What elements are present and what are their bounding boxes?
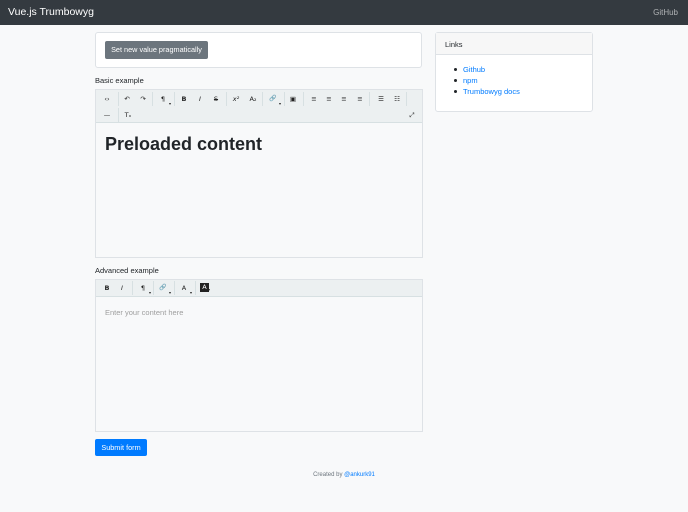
link-icon[interactable]: 🔗 (156, 281, 171, 295)
advanced-example-label: Advanced example (95, 266, 159, 275)
bold-icon[interactable]: B (100, 281, 114, 295)
image-icon[interactable]: ▣ (286, 92, 300, 106)
formatting-icon[interactable]: ¶ (136, 281, 151, 295)
advanced-editor: B I ¶ 🔗 A A Enter your content here (95, 279, 423, 432)
preloaded-heading: Preloaded content (105, 134, 263, 154)
basic-toolbar: ‹› ↶ ↷ ¶ B I S x² A₂ 🔗 ▣ ≡ ≡ ≡ ≡ ☰ ☷ ⤢ —… (96, 90, 422, 123)
fullscreen-icon[interactable]: ⤢ (405, 108, 419, 122)
font-color-icon[interactable]: A (177, 281, 192, 295)
link-trumbowyg-docs[interactable]: Trumbowyg docs (453, 87, 520, 98)
italic-icon[interactable]: I (193, 92, 207, 106)
subscript-icon[interactable]: A₂ (246, 92, 260, 106)
actions-card: Set new value pragmatically (95, 32, 422, 68)
links-card: Links Github npm Trumbowyg docs (435, 32, 593, 112)
advanced-toolbar: B I ¶ 🔗 A A (96, 280, 422, 297)
view-html-icon[interactable]: ‹› (100, 92, 114, 106)
undo-icon[interactable]: ↶ (120, 92, 134, 106)
justify-left-icon[interactable]: ≡ (307, 92, 321, 106)
brand-link[interactable]: Vue.js Trumbowyg (8, 6, 94, 18)
navbar: Vue.js Trumbowyg GitHub (0, 0, 688, 25)
justify-full-icon[interactable]: ≡ (353, 92, 367, 106)
links-list: Github npm Trumbowyg docs (453, 65, 520, 98)
links-card-header: Links (436, 33, 592, 55)
justify-right-icon[interactable]: ≡ (337, 92, 351, 106)
bold-icon[interactable]: B (177, 92, 191, 106)
strikethrough-icon[interactable]: S (209, 92, 223, 106)
footer: Created by @ankurk91 (0, 472, 688, 478)
remove-format-icon[interactable]: Tₓ (121, 108, 135, 122)
set-value-button[interactable]: Set new value pragmatically (105, 41, 208, 59)
advanced-editor-content[interactable]: Enter your content here (96, 297, 422, 431)
basic-example-label: Basic example (95, 76, 144, 85)
redo-icon[interactable]: ↷ (136, 92, 150, 106)
unordered-list-icon[interactable]: ☰ (374, 92, 388, 106)
italic-icon[interactable]: I (115, 281, 129, 295)
link-github[interactable]: Github (453, 65, 520, 76)
superscript-icon[interactable]: x² (229, 92, 243, 106)
submit-form-button[interactable]: Submit form (95, 439, 147, 456)
basic-editor: ‹› ↶ ↷ ¶ B I S x² A₂ 🔗 ▣ ≡ ≡ ≡ ≡ ☰ ☷ ⤢ —… (95, 89, 423, 258)
links-title: Links (445, 40, 463, 49)
github-nav-link[interactable]: GitHub (653, 8, 678, 17)
editor-placeholder: Enter your content here (105, 308, 184, 317)
link-icon[interactable]: 🔗 (266, 92, 281, 106)
footer-prefix: Created by (313, 472, 345, 478)
justify-center-icon[interactable]: ≡ (322, 92, 336, 106)
link-npm[interactable]: npm (453, 76, 520, 87)
basic-editor-content[interactable]: Preloaded content (96, 123, 422, 257)
author-link[interactable]: @ankurk91 (344, 472, 375, 478)
ordered-list-icon[interactable]: ☷ (390, 92, 404, 106)
horizontal-rule-icon[interactable]: — (100, 108, 114, 122)
formatting-icon[interactable]: ¶ (156, 92, 171, 106)
background-color-icon[interactable]: A (200, 283, 210, 292)
